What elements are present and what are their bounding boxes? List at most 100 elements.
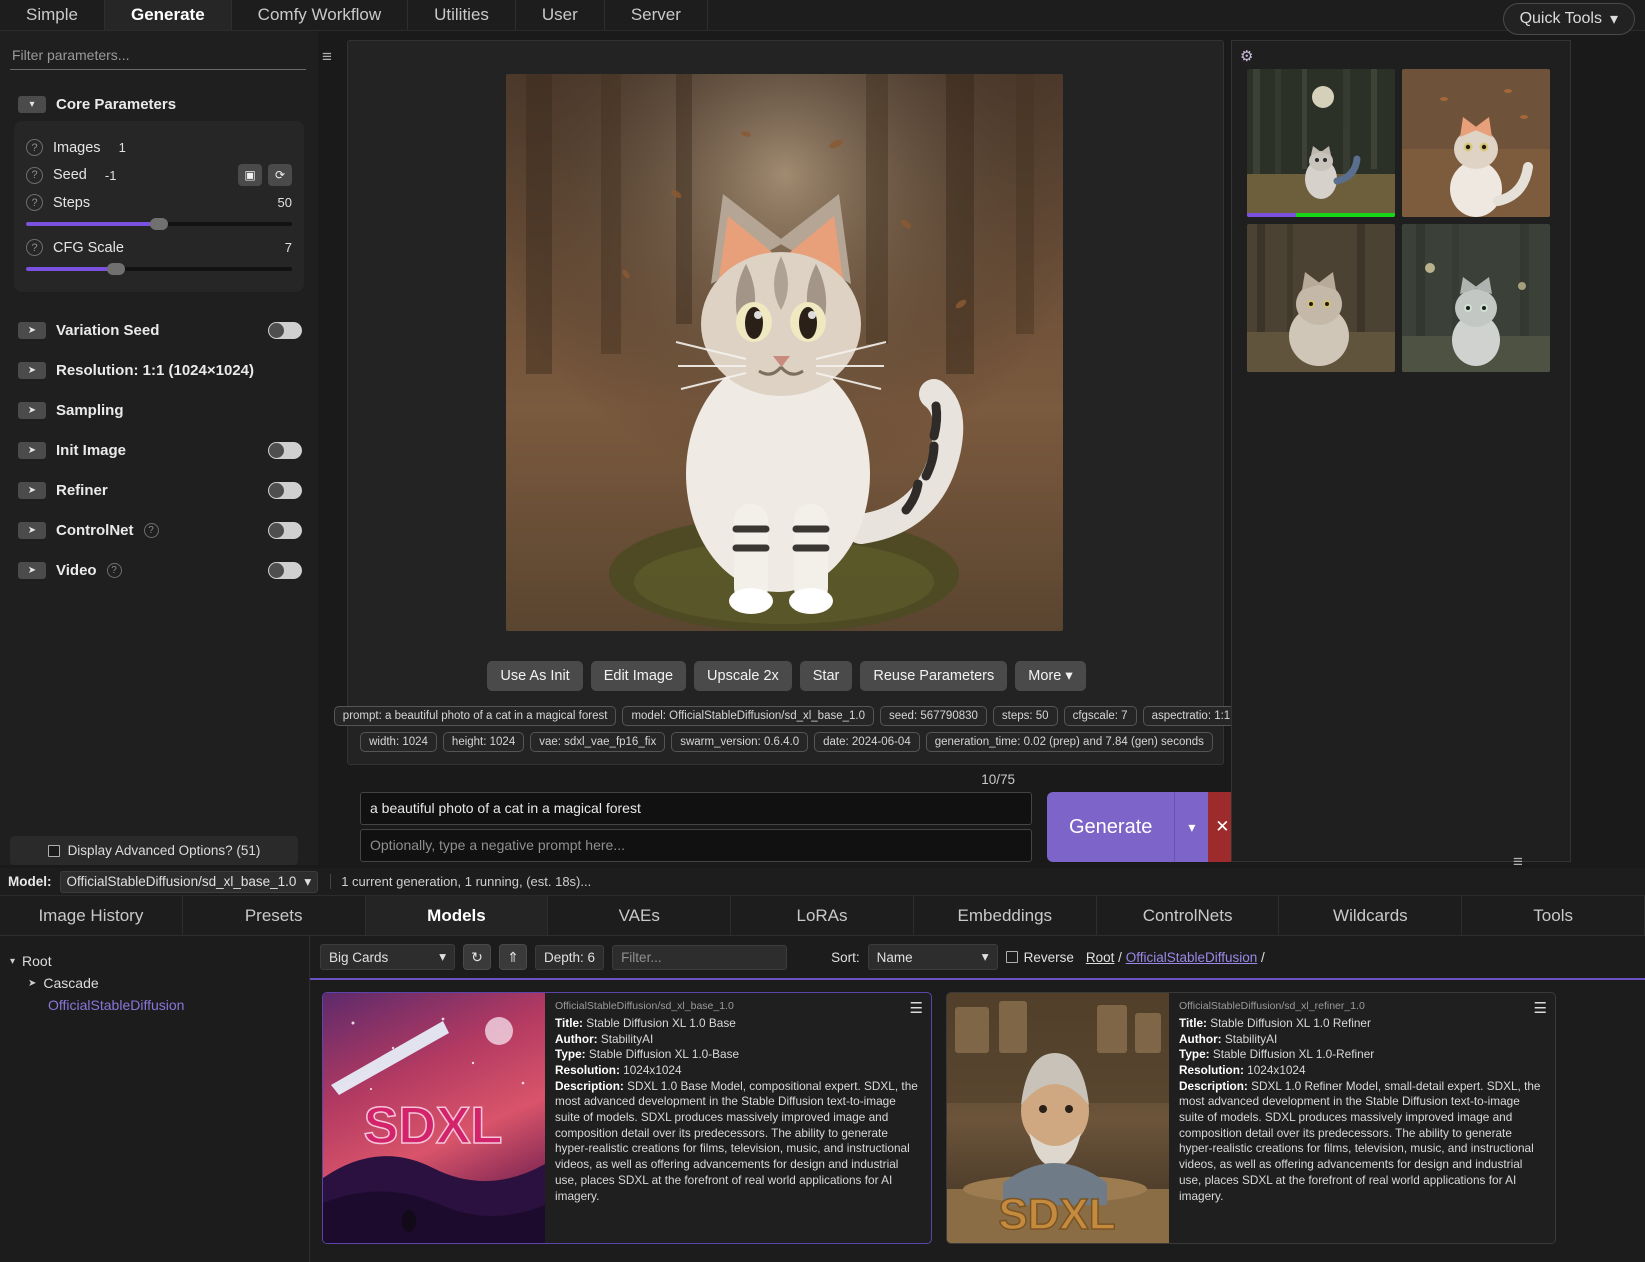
help-icon[interactable]: ?: [26, 194, 43, 211]
seed-value[interactable]: -1: [105, 168, 117, 183]
section-controlnet[interactable]: ➤ ControlNet ?: [18, 510, 302, 550]
tab-simple[interactable]: Simple: [0, 0, 105, 30]
go-up-icon[interactable]: ⇑: [499, 944, 527, 970]
model-card-sdxl-refiner[interactable]: SDXL OfficialStableDiffusion/sd_xl_refin…: [946, 992, 1556, 1244]
tab-vaes[interactable]: VAEs: [548, 896, 731, 935]
gear-icon[interactable]: ⚙: [1240, 47, 1253, 65]
tab-controlnets[interactable]: ControlNets: [1097, 896, 1280, 935]
tab-wildcards[interactable]: Wildcards: [1279, 896, 1462, 935]
steps-slider-thumb[interactable]: [150, 218, 168, 230]
tab-utilities[interactable]: Utilities: [408, 0, 516, 30]
generated-image[interactable]: [506, 74, 1063, 631]
variation-seed-toggle[interactable]: [268, 322, 302, 339]
chevron-right-icon[interactable]: ➤: [18, 442, 46, 459]
history-thumbnail-1[interactable]: [1247, 69, 1395, 217]
tab-generate[interactable]: Generate: [105, 0, 232, 30]
more-button[interactable]: More ▾: [1015, 661, 1085, 691]
tab-tools[interactable]: Tools: [1462, 896, 1645, 935]
model-select[interactable]: OfficialStableDiffusion/sd_xl_base_1.0 ▾: [60, 871, 319, 893]
chevron-right-icon[interactable]: ➤: [18, 482, 46, 499]
negative-prompt-input[interactable]: [360, 829, 1032, 862]
section-resolution[interactable]: ➤ Resolution: 1:1 (1024×1024): [18, 350, 302, 390]
tab-user[interactable]: User: [516, 0, 605, 30]
model-label: Model:: [8, 874, 52, 889]
cfg-scale-value[interactable]: 7: [285, 240, 292, 255]
positive-prompt-input[interactable]: a beautiful photo of a cat in a magical …: [360, 792, 1032, 825]
section-variation-seed[interactable]: ➤ Variation Seed: [18, 310, 302, 350]
history-thumbnail-2[interactable]: [1402, 69, 1550, 217]
section-video[interactable]: ➤ Video ?: [18, 550, 302, 590]
upscale-2x-button[interactable]: Upscale 2x: [694, 661, 792, 691]
tree-item-official-stable-diffusion[interactable]: OfficialStableDiffusion: [10, 994, 309, 1016]
video-toggle[interactable]: [268, 562, 302, 579]
section-label: Init Image: [56, 442, 126, 459]
chevron-right-icon[interactable]: ➤: [18, 322, 46, 339]
reuse-parameters-button[interactable]: Reuse Parameters: [860, 661, 1007, 691]
checkbox-icon[interactable]: [1006, 951, 1018, 963]
hamburger-menu-icon[interactable]: ☰: [1534, 999, 1547, 1017]
generate-button[interactable]: Generate: [1047, 792, 1174, 862]
section-init-image[interactable]: ➤ Init Image: [18, 430, 302, 470]
chevron-down-icon[interactable]: ▾: [18, 96, 46, 113]
breadcrumb-folder[interactable]: OfficialStableDiffusion: [1126, 950, 1258, 965]
chevron-right-icon[interactable]: ➤: [18, 402, 46, 419]
cfg-scale-slider[interactable]: [26, 262, 292, 276]
tab-models[interactable]: Models: [366, 896, 549, 935]
panel-resize-handle[interactable]: ≡: [322, 47, 330, 67]
chevron-down-icon[interactable]: ▾: [10, 956, 15, 967]
breadcrumb-root[interactable]: Root: [1086, 950, 1115, 965]
author-label: Author:: [1179, 1032, 1222, 1046]
sort-select[interactable]: Name ▾: [868, 944, 998, 970]
steps-value[interactable]: 50: [278, 195, 292, 210]
refiner-toggle[interactable]: [268, 482, 302, 499]
cfg-slider-thumb[interactable]: [107, 263, 125, 275]
section-sampling[interactable]: ➤ Sampling: [18, 390, 302, 430]
checkbox-icon[interactable]: [48, 845, 60, 857]
help-icon[interactable]: ?: [107, 563, 122, 578]
core-parameters-header[interactable]: ▾ Core Parameters: [18, 96, 308, 113]
chevron-right-icon[interactable]: ➤: [18, 362, 46, 379]
tree-item-root[interactable]: ▾ Root: [10, 950, 309, 972]
help-icon[interactable]: ?: [144, 523, 159, 538]
tab-image-history[interactable]: Image History: [0, 896, 183, 935]
display-advanced-options-checkbox[interactable]: Display Advanced Options? (51): [10, 836, 298, 865]
parameters-panel: ▾ Core Parameters ? Images 1 ? Seed -1 ▣…: [0, 31, 318, 865]
reverse-sort-checkbox[interactable]: Reverse: [1006, 950, 1074, 965]
quick-tools-button[interactable]: Quick Tools ▾: [1503, 3, 1635, 35]
model-card-sdxl-base[interactable]: SDXL OfficialStableDiffusion/sd_xl_base_…: [322, 992, 932, 1244]
description-label: Description:: [555, 1079, 624, 1093]
chevron-right-icon[interactable]: ➤: [28, 978, 36, 989]
init-image-toggle[interactable]: [268, 442, 302, 459]
tab-embeddings[interactable]: Embeddings: [914, 896, 1097, 935]
tab-comfy-workflow[interactable]: Comfy Workflow: [232, 0, 408, 30]
type-label: Type:: [555, 1047, 586, 1061]
generate-options-chevron-down-icon[interactable]: ▾: [1174, 792, 1208, 862]
star-button[interactable]: Star: [800, 661, 853, 691]
edit-image-button[interactable]: Edit Image: [591, 661, 686, 691]
hamburger-menu-icon[interactable]: ☰: [910, 999, 923, 1017]
view-mode-select[interactable]: Big Cards ▾: [320, 944, 455, 970]
help-icon[interactable]: ?: [26, 167, 43, 184]
help-icon[interactable]: ?: [26, 239, 43, 256]
controlnet-toggle[interactable]: [268, 522, 302, 539]
section-refiner[interactable]: ➤ Refiner: [18, 470, 302, 510]
tab-presets[interactable]: Presets: [183, 896, 366, 935]
chevron-right-icon[interactable]: ➤: [18, 522, 46, 539]
browser-filter-input[interactable]: [612, 945, 787, 970]
sdxl-refiner-preview-image: SDXL: [947, 993, 1169, 1244]
use-as-init-button[interactable]: Use As Init: [487, 661, 582, 691]
tab-loras[interactable]: LoRAs: [731, 896, 914, 935]
tree-item-cascade[interactable]: ➤ Cascade: [10, 972, 309, 994]
seed-from-image-icon[interactable]: ▣: [238, 164, 262, 186]
history-thumbnail-3[interactable]: [1247, 224, 1395, 372]
images-value[interactable]: 1: [119, 140, 126, 155]
depth-field[interactable]: Depth: 6: [535, 945, 604, 970]
help-icon[interactable]: ?: [26, 139, 43, 156]
history-thumbnail-4[interactable]: [1402, 224, 1550, 372]
filter-parameters-input[interactable]: [10, 41, 306, 70]
seed-randomize-icon[interactable]: ⟳: [268, 164, 292, 186]
chevron-right-icon[interactable]: ➤: [18, 562, 46, 579]
refresh-icon[interactable]: ↻: [463, 944, 491, 970]
tab-server[interactable]: Server: [605, 0, 708, 30]
steps-slider[interactable]: [26, 217, 292, 231]
